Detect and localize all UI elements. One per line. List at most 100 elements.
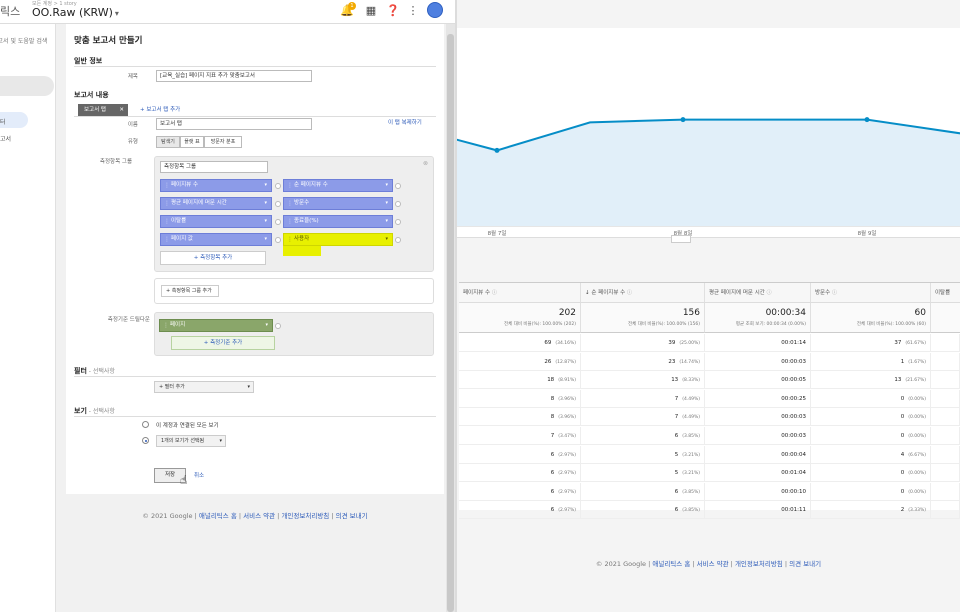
title-input[interactable]: [교육_실습] 페이지 지표 추가 맞춤보고서 [156,70,312,82]
add-metric-button[interactable]: + 측정항목 추가 [160,251,266,265]
table-row[interactable]: 8 (3.96%) 7 (4.49%) 00:00:25 0 (0.00%) [459,389,960,408]
cell-value: 5 [674,470,679,477]
copy-tab-link[interactable]: 이 탭 복제하기 [388,118,422,126]
add-dimension-button[interactable]: + 측정기준 추가 [171,336,275,350]
cell-percent: (3.33%) [908,508,926,514]
footer-link-feedback[interactable]: 의견 보내기 [789,560,821,568]
col-header-label: 이탈률 [935,290,951,296]
col-header-bounce-rate[interactable]: 이탈률 [931,283,960,303]
metric-visits[interactable]: 방문수 ▾ [283,197,393,210]
type-map-overlay-button[interactable]: 방문자 분포 [204,136,242,148]
type-flat-table-button[interactable]: 플랫 표 [180,136,204,148]
name-input[interactable]: 보고서 탭 [156,118,312,130]
cancel-link[interactable]: 취소 [194,471,204,479]
table-row[interactable]: 6 (2.97%) 5 (3.21%) 00:00:04 4 (6.67%) [459,445,960,464]
remove-metric-icon[interactable] [275,201,281,207]
dimension-page[interactable]: 페이지 ▾ [159,319,273,332]
table-row[interactable]: 8 (3.96%) 7 (4.49%) 00:00:03 0 (0.00%) [459,408,960,427]
footer-link-feedback[interactable]: 의견 보내기 [336,512,368,520]
scrollbar[interactable] [446,24,455,612]
radio-all-views[interactable] [142,421,149,428]
table-cell: 13 (8.33%) [581,371,705,390]
chart-point[interactable] [680,117,686,123]
chevron-down-icon: ▾ [114,9,119,18]
metric-users[interactable]: 사용자 ▾ [283,233,393,246]
scrollbar-thumb[interactable] [447,34,454,612]
remove-metric-icon[interactable] [395,219,401,225]
add-report-tab-link[interactable]: + 보고서 탭 추가 [140,105,180,113]
cell-percent: (1.67%) [908,359,926,365]
table-row[interactable]: 6 (2.97%) 5 (3.21%) 00:01:04 0 (0.00%) [459,464,960,483]
view-selector[interactable]: OO.Raw (KRW) ▾ [32,6,119,19]
remove-metric-icon[interactable] [275,237,281,243]
sidebar-item-label-2[interactable]: 고서 [0,134,11,143]
table-cell [931,408,960,427]
sidebar-pill[interactable] [0,76,54,96]
cell-percent: (3.47%) [558,434,576,439]
table-row[interactable]: 6 (2.97%) 6 (3.85%) 00:01:11 2 (3.33%) [459,501,960,520]
col-header-visits[interactable]: 방문수 ⓘ [811,283,931,303]
sidebar-search[interactable]: 보고서 및 도움말 검색 [0,36,52,45]
avatar[interactable] [427,2,443,18]
account-name-fragment: 릭스 [0,5,21,18]
table-row[interactable]: 7 (3.47%) 6 (3.85%) 00:00:03 0 (0.00%) [459,427,960,445]
footer-link-privacy[interactable]: 개인정보처리방침 [735,560,783,568]
add-filter-button[interactable]: + 필터 추가 ▾ [154,381,254,393]
table-cell [931,445,960,464]
footer-link-home[interactable]: 애널리틱스 홈 [199,512,237,520]
col-header-pageviews[interactable]: 페이지뷰 수 ⓘ [459,283,581,303]
metric-avg-time-on-page[interactable]: 평균 페이지에 머문 시간 ▾ [160,197,272,210]
metric-label: 평균 페이지에 머문 시간 [171,200,227,206]
table-row[interactable]: 26 (12.87%) 23 (14.74%) 00:00:03 1 (1.67%) [459,352,960,371]
type-explorer-button[interactable]: 탐색기 [156,136,180,148]
cell-value: 1 [900,358,905,365]
metric-exit-rate[interactable]: 종료율(%) ▾ [283,215,393,228]
remove-metric-icon[interactable] [395,183,401,189]
apps-grid-icon[interactable]: ▦ [364,4,378,18]
table-cell: 37 (61.67%) [811,334,931,352]
table-row[interactable]: 6 (2.97%) 6 (3.85%) 00:00:10 0 (0.00%) [459,482,960,501]
metric-unique-pageviews[interactable]: 순 페이지뷰 수 ▾ [283,179,393,192]
add-metric-group-button[interactable]: + 측정항목 그룹 추가 [161,285,219,297]
view-select-label: 1개의 보기가 선택됨 [161,438,205,444]
remove-icon[interactable]: ⊗ [423,160,428,167]
view-select-dropdown[interactable]: 1개의 보기가 선택됨 ▾ [156,435,226,447]
metric-page-value[interactable]: 페이지 값 ▾ [160,233,272,246]
table-row[interactable]: 69 (34.16%) 39 (25.00%) 00:01:14 37 (61.67%) [459,334,960,352]
remove-metric-icon[interactable] [395,201,401,207]
cell-value: 8 [550,414,555,421]
cell-percent: (25.00%) [679,341,700,346]
dropdown-icon: ▾ [385,182,388,188]
table-cell: 6 (3.85%) [581,482,705,501]
table-cell: 39 (25.00%) [581,334,705,352]
table-cell: 0 (0.00%) [811,427,931,445]
metric-group-name-input[interactable]: 측정항목 그룹 [160,161,268,173]
footer-link-privacy[interactable]: 개인정보처리방침 [281,512,329,520]
report-tab-chip[interactable]: 보고서 탭 ✕ [78,104,128,116]
more-vert-icon[interactable]: ⋮ [406,4,420,18]
remove-metric-icon[interactable] [275,183,281,189]
help-icon[interactable]: ❓ [386,4,400,18]
remove-dimension-icon[interactable] [275,323,281,329]
remove-metric-icon[interactable] [275,219,281,225]
col-header-avg-time[interactable]: 평균 페이지에 머문 시간 ⓘ [705,283,811,303]
table-cell: 7 (3.47%) [459,427,581,445]
chart-point[interactable] [494,147,500,153]
table-cell: 00:01:11 [705,501,811,520]
table-cell [931,371,960,390]
close-icon[interactable]: ✕ [119,104,124,116]
total-pageviews: 202 전체 대비 비율(%): 100.00% (202) [459,303,581,333]
radio-selected-views[interactable] [142,437,149,444]
metric-bounce-rate[interactable]: 이탈률 ▾ [160,215,272,228]
remove-metric-icon[interactable] [395,237,401,243]
chart-point[interactable] [864,117,870,123]
cell-value: 7 [674,414,679,421]
filter-section-title: 필터 - 선택사항 [74,366,115,376]
footer-link-terms[interactable]: 서비스 약관 [697,560,729,568]
table-row[interactable]: 18 (8.91%) 13 (8.33%) 00:00:05 13 (21.67%) [459,371,960,390]
chart-resize-handle[interactable] [671,235,691,243]
col-header-unique-pageviews[interactable]: ↓ 순 페이지뷰 수 ⓘ [581,283,705,303]
footer-link-terms[interactable]: 서비스 약관 [243,512,275,520]
footer-link-home[interactable]: 애널리틱스 홈 [652,560,690,568]
metric-pageviews[interactable]: 페이지뷰 수 ▾ [160,179,272,192]
